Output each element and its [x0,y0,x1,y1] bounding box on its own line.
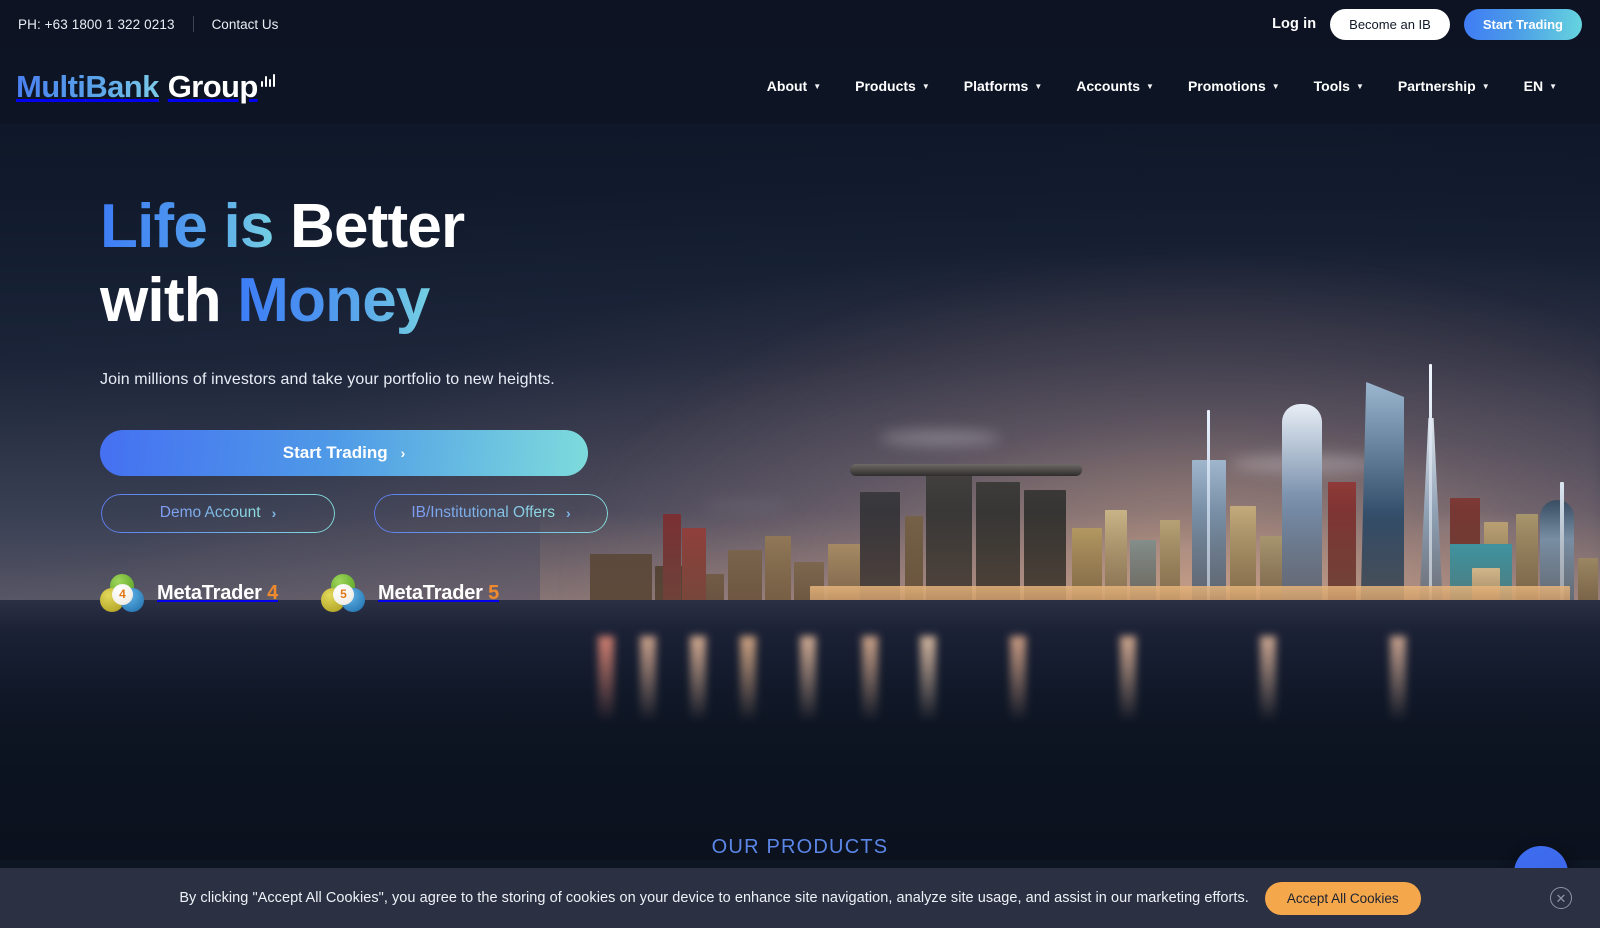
metatrader-label: MetaTrader 5 [378,582,500,605]
utility-bar-left: PH: +63 1800 1 322 0213 Contact Us [18,16,278,32]
ib-institutional-offers-button[interactable]: IB/Institutional Offers › [373,493,609,534]
login-link[interactable]: Log in [1272,16,1316,32]
nav-item-partnership[interactable]: Partnership ▼ [1381,72,1507,100]
headline-plain-1: Better [290,192,465,261]
light-reflection [800,636,816,722]
phone-number: PH: +63 1800 1 322 0213 [18,16,175,32]
secondary-cta-row: Demo Account › IB/Institutional Offers › [100,493,720,534]
start-trading-label: Start Trading [282,442,388,462]
page-title: Life is Better with Money [100,190,720,339]
nav-label: Platforms [963,78,1029,94]
accept-all-cookies-button[interactable]: Accept All Cookies [1264,881,1421,915]
light-reflection [1010,636,1026,722]
nav-item-platforms[interactable]: Platforms ▼ [947,72,1060,100]
light-reflection [862,636,878,722]
metatrader-version: 5 [488,582,500,605]
headline-line-1: Life is Better [100,190,720,264]
nav-items: About ▼ Products ▼ Platforms ▼ Accounts … [750,72,1574,100]
headline-accent-1: Life is [100,192,274,261]
chevron-down-icon: ▼ [921,82,930,91]
chevron-down-icon: ▼ [1549,82,1557,91]
chevron-right-icon: › [565,505,571,522]
demo-account-button[interactable]: Demo Account › [100,493,336,534]
become-an-ib-button[interactable]: Become an IB [1330,8,1450,40]
metatrader-badge-number: 4 [112,583,133,605]
nav-label: Products [855,78,916,94]
nav-item-products[interactable]: Products ▼ [838,72,947,100]
cookie-message: By clicking "Accept All Cookies", you ag… [179,890,1249,906]
nav-item-promotions[interactable]: Promotions ▼ [1171,72,1297,100]
headline-line-2: with Money [100,264,720,338]
light-reflection [1260,636,1276,722]
skydeck [850,464,1082,476]
chevron-down-icon: ▼ [813,82,822,91]
hero-content: Life is Better with Money Join millions … [100,190,720,614]
metatrader-icon: 5 [321,573,366,614]
metatrader-badge-number: 5 [333,583,355,605]
nav-label: About [766,78,808,94]
metatrader-icon: 4 [100,573,145,614]
chevron-down-icon: ▼ [1146,82,1154,91]
chevron-down-icon: ▼ [1271,82,1280,91]
logo[interactable]: MultiBank Group [16,68,276,104]
light-reflection [690,636,706,722]
logo-multi-text: MultiBank [16,68,159,104]
logo-group-text: Group [167,68,259,104]
headline-plain-2: with [100,266,222,336]
nav-item-about[interactable]: About ▼ [750,72,838,100]
contact-us-link[interactable]: Contact Us [212,17,279,32]
landing-page: PH: +63 1800 1 322 0213 Contact Us Log i… [0,0,1600,928]
metatrader-label: MetaTrader 4 [157,582,279,605]
light-reflection [598,636,614,722]
light-reflection [740,636,756,722]
start-trading-button-hero[interactable]: Start Trading › [100,429,588,476]
bar-chart-icon [260,73,276,87]
chevron-right-icon: › [271,505,277,522]
light-reflection [1120,636,1136,722]
divider [192,16,194,32]
demo-account-label: Demo Account [159,504,261,522]
metatrader-version: 4 [267,582,279,605]
language-selector[interactable]: EN ▼ [1507,72,1574,100]
chevron-down-icon: ▼ [1481,82,1490,91]
chevron-down-icon: ▼ [1034,82,1043,91]
start-trading-button-top[interactable]: Start Trading [1463,8,1582,40]
nav-item-accounts[interactable]: Accounts ▼ [1059,72,1171,100]
light-reflection [920,636,936,722]
our-products-heading: OUR PRODUCTS [711,836,889,858]
nav-item-tools[interactable]: Tools ▼ [1297,72,1381,100]
nav-label: Accounts [1076,78,1141,94]
main-navigation: MultiBank Group About ▼ Products ▼ Platfo… [0,48,1600,124]
headline-accent-2: Money [237,266,430,336]
utility-bar-right: Log in Become an IB Start Trading [1272,8,1582,40]
nav-label: Tools [1313,78,1350,94]
hero-subtitle: Join millions of investors and take your… [100,370,555,388]
chevron-down-icon: ▼ [1355,82,1364,91]
light-reflection [1390,636,1406,722]
ib-offers-label: IB/Institutional Offers [411,504,555,522]
trading-platforms-row: 4 MetaTrader 4 5 MetaTrader 5 [100,573,720,614]
utility-bar: PH: +63 1800 1 322 0213 Contact Us Log i… [0,0,1600,48]
language-label: EN [1523,78,1544,94]
chevron-right-icon: › [400,444,406,461]
close-icon[interactable]: ✕ [1550,887,1572,909]
cookie-consent-banner: By clicking "Accept All Cookies", you ag… [0,868,1600,928]
metatrader-5-link[interactable]: 5 MetaTrader 5 [321,573,500,614]
light-reflection [640,636,656,722]
nav-label: Promotions [1187,78,1266,94]
metatrader-4-link[interactable]: 4 MetaTrader 4 [100,573,279,614]
nav-label: Partnership [1397,78,1476,94]
